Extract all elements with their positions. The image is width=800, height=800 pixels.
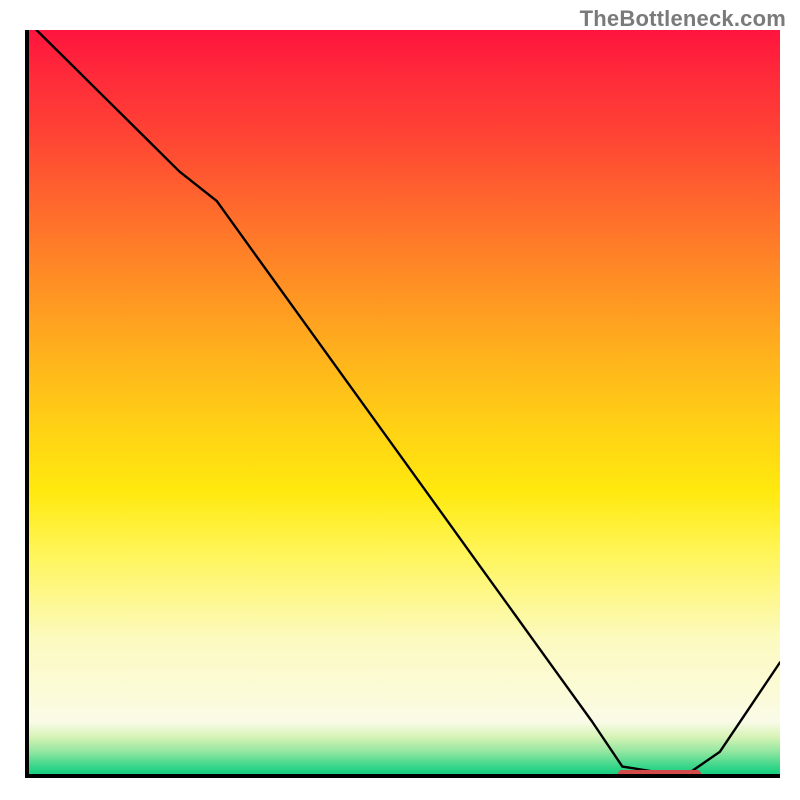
line-series bbox=[29, 30, 780, 774]
chart-container: TheBottleneck.com bbox=[0, 0, 800, 800]
watermark-text: TheBottleneck.com bbox=[580, 6, 786, 32]
curve-path bbox=[36, 30, 780, 773]
minimum-marker bbox=[618, 770, 701, 778]
plot-area bbox=[25, 30, 780, 778]
